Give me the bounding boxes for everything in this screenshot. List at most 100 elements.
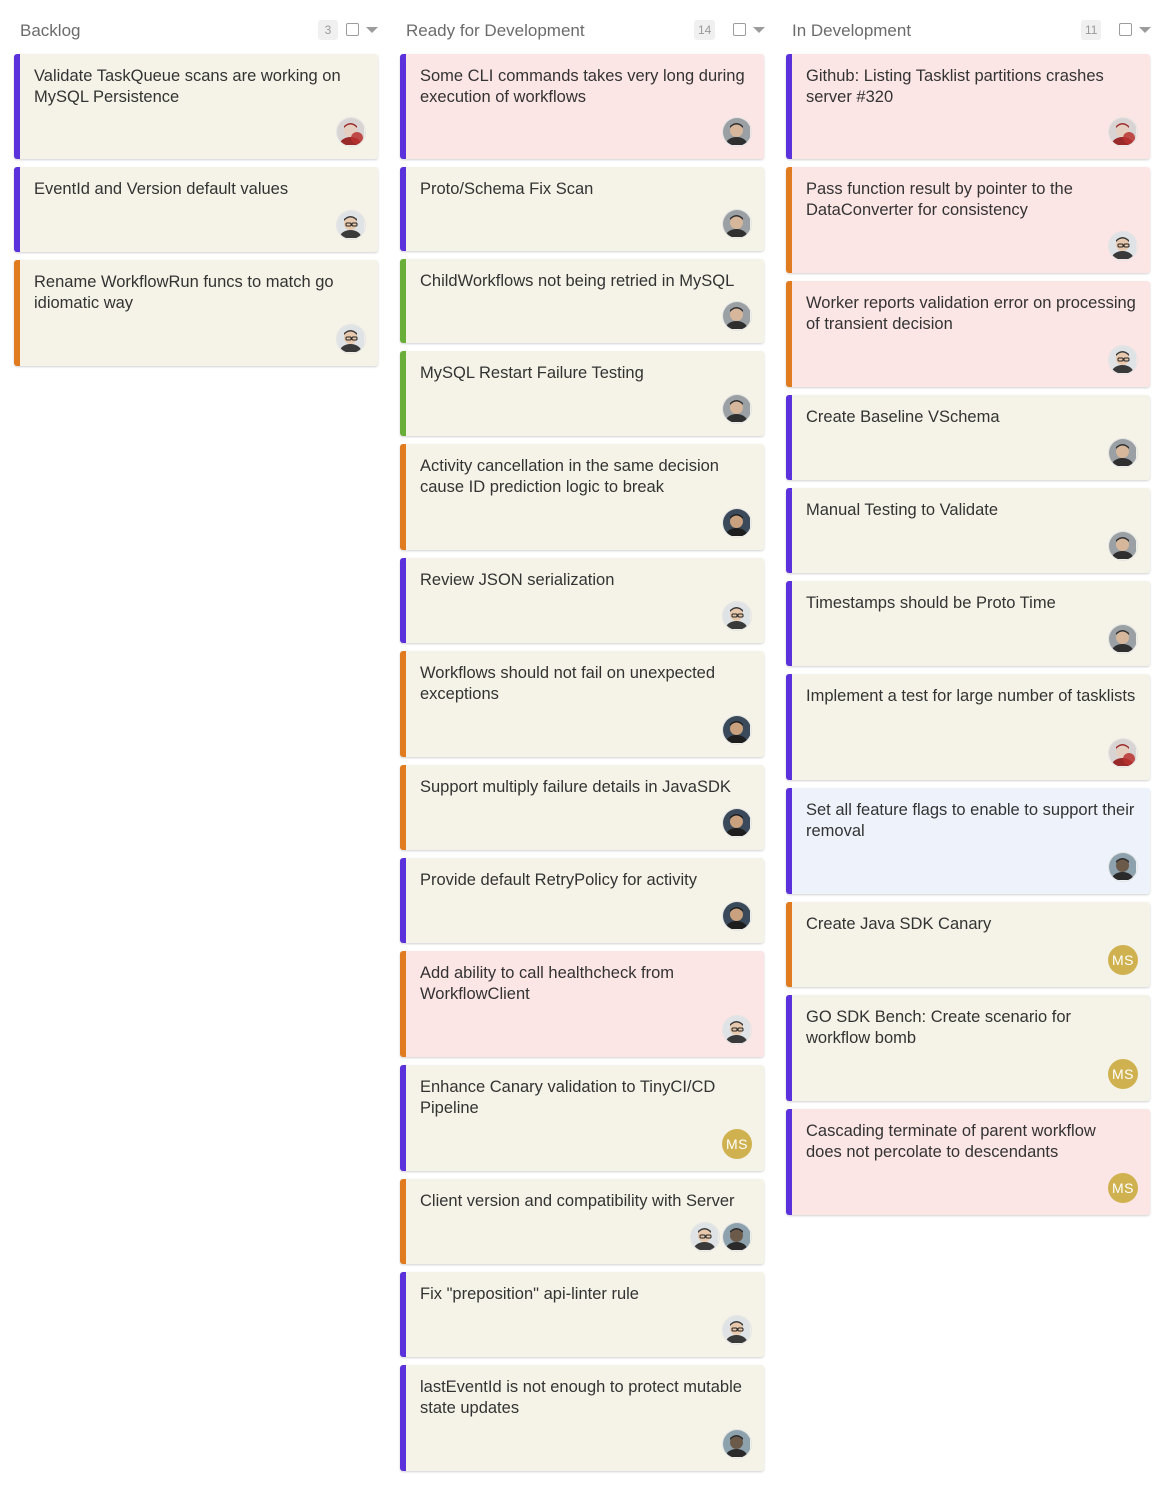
task-card[interactable]: Workflows should not fail on unexpected … xyxy=(400,651,764,757)
assignee-avatars xyxy=(722,301,752,331)
card-title: Some CLI commands takes very long during… xyxy=(420,67,745,106)
card-title: Review JSON serialization xyxy=(420,571,615,589)
avatar-initials[interactable]: MS xyxy=(1108,1059,1138,1089)
card-title: Add ability to call healthcheck from Wor… xyxy=(420,964,675,1003)
card-title: Enhance Canary validation to TinyCI/CD P… xyxy=(420,1078,716,1117)
task-card[interactable]: EventId and Version default values xyxy=(14,167,378,252)
assignee-avatars xyxy=(1108,345,1138,375)
chevron-down-icon[interactable] xyxy=(366,27,378,33)
task-card[interactable]: Worker reports validation error on proce… xyxy=(786,281,1150,387)
assignee-avatars xyxy=(336,117,366,147)
avatar-glasses-icon[interactable] xyxy=(690,1222,720,1252)
avatar-dark-man-icon[interactable] xyxy=(722,808,752,838)
task-card[interactable]: Pass function result by pointer to the D… xyxy=(786,167,1150,273)
avatar-glasses-icon[interactable] xyxy=(722,1015,752,1045)
avatar-redblur-icon[interactable] xyxy=(1108,117,1138,147)
task-card[interactable]: Cascading terminate of parent workflow d… xyxy=(786,1109,1150,1215)
avatar-outdoor-icon[interactable] xyxy=(722,1222,752,1252)
column-header: In Development 11 xyxy=(786,12,1156,48)
avatar-dark-man-icon[interactable] xyxy=(722,901,752,931)
task-card[interactable]: Client version and compatibility with Se… xyxy=(400,1179,764,1264)
assignee-avatars xyxy=(1108,852,1138,882)
chevron-down-icon[interactable] xyxy=(1139,27,1151,33)
task-card[interactable]: ChildWorkflows not being retried in MySQ… xyxy=(400,259,764,343)
card-count-badge: 11 xyxy=(1081,20,1102,40)
avatar-dark-man-icon[interactable] xyxy=(722,715,752,745)
task-card[interactable]: Manual Testing to Validate xyxy=(786,488,1150,573)
task-card[interactable]: Set all feature flags to enable to suppo… xyxy=(786,788,1150,894)
task-card[interactable]: Proto/Schema Fix Scan xyxy=(400,167,764,251)
card-title: Github: Listing Tasklist partitions cras… xyxy=(806,67,1104,106)
assignee-avatars xyxy=(1108,438,1138,468)
avatar-glasses-icon[interactable] xyxy=(722,601,752,631)
column-title: In Development xyxy=(792,21,912,40)
avatar-grey-man-icon[interactable] xyxy=(1108,438,1138,468)
assignee-avatars xyxy=(1108,624,1138,654)
task-card[interactable]: Activity cancellation in the same decisi… xyxy=(400,444,764,550)
task-card[interactable]: Some CLI commands takes very long during… xyxy=(400,54,764,159)
task-card[interactable]: Add ability to call healthcheck from Wor… xyxy=(400,951,764,1057)
task-card[interactable]: Validate TaskQueue scans are working on … xyxy=(14,54,378,159)
select-all-checkbox[interactable] xyxy=(733,23,746,36)
avatar-initials[interactable]: MS xyxy=(1108,1173,1138,1203)
task-card[interactable]: Implement a test for large number of tas… xyxy=(786,674,1150,780)
card-title: Set all feature flags to enable to suppo… xyxy=(806,801,1135,840)
task-card[interactable]: Timestamps should be Proto Time xyxy=(786,581,1150,666)
avatar-grey-man-icon[interactable] xyxy=(1108,624,1138,654)
task-card[interactable]: Create Java SDK Canary MS xyxy=(786,902,1150,987)
task-card[interactable]: Fix "preposition" api-linter rule xyxy=(400,1272,764,1357)
column-header: Ready for Development 14 xyxy=(400,12,770,48)
card-title: Timestamps should be Proto Time xyxy=(806,594,1056,612)
column-title: Backlog xyxy=(20,21,81,40)
card-title: Workflows should not fail on unexpected … xyxy=(420,664,716,703)
assignee-avatars xyxy=(336,210,366,240)
chevron-down-icon[interactable] xyxy=(753,27,765,33)
assignee-avatars: MS xyxy=(1108,1173,1138,1203)
avatar-outdoor-icon[interactable] xyxy=(722,1429,752,1459)
task-card[interactable]: Rename WorkflowRun funcs to match go idi… xyxy=(14,260,378,366)
task-card[interactable]: GO SDK Bench: Create scenario for workfl… xyxy=(786,995,1150,1101)
column-title: Ready for Development xyxy=(406,21,585,40)
avatar-grey-man-icon[interactable] xyxy=(722,209,752,239)
avatar-redblur-icon[interactable] xyxy=(336,117,366,147)
task-card[interactable]: Review JSON serialization xyxy=(400,558,764,643)
avatar-glasses-icon[interactable] xyxy=(1108,231,1138,261)
assignee-avatars xyxy=(1108,117,1138,147)
avatar-initials[interactable]: MS xyxy=(1108,945,1138,975)
avatar-initials[interactable]: MS xyxy=(722,1129,752,1159)
task-card[interactable]: Github: Listing Tasklist partitions cras… xyxy=(786,54,1150,159)
avatar-glasses-icon[interactable] xyxy=(336,210,366,240)
assignee-avatars xyxy=(722,1315,752,1345)
assignee-avatars xyxy=(722,901,752,931)
card-title: Create Baseline VSchema xyxy=(806,408,1000,426)
avatar-dark-man-icon[interactable] xyxy=(722,508,752,538)
assignee-avatars xyxy=(722,715,752,745)
avatar-glasses-icon[interactable] xyxy=(1108,345,1138,375)
card-title: EventId and Version default values xyxy=(34,180,289,198)
task-card[interactable]: Create Baseline VSchema xyxy=(786,395,1150,480)
assignee-avatars xyxy=(1108,531,1138,561)
avatar-glasses-icon[interactable] xyxy=(336,324,366,354)
avatar-grey-man-icon[interactable] xyxy=(722,301,752,331)
task-card[interactable]: Enhance Canary validation to TinyCI/CD P… xyxy=(400,1065,764,1171)
select-all-checkbox[interactable] xyxy=(346,23,359,36)
task-card[interactable]: MySQL Restart Failure Testing xyxy=(400,351,764,436)
avatar-grey-man-icon[interactable] xyxy=(722,394,752,424)
avatar-glasses-icon[interactable] xyxy=(722,1315,752,1345)
task-card[interactable]: Provide default RetryPolicy for activity xyxy=(400,858,764,943)
assignee-avatars xyxy=(722,1429,752,1459)
avatar-outdoor-icon[interactable] xyxy=(1108,852,1138,882)
task-card[interactable]: lastEventId is not enough to protect mut… xyxy=(400,1365,764,1471)
avatar-grey-man-icon[interactable] xyxy=(1108,531,1138,561)
assignee-avatars xyxy=(722,117,752,147)
card-title: Client version and compatibility with Se… xyxy=(420,1192,735,1210)
avatar-grey-man-icon[interactable] xyxy=(722,117,752,147)
assignee-avatars xyxy=(1108,231,1138,261)
select-all-checkbox[interactable] xyxy=(1119,23,1132,36)
task-card[interactable]: Support multiply failure details in Java… xyxy=(400,765,764,850)
card-title: Pass function result by pointer to the D… xyxy=(806,180,1073,219)
avatar-redblur-icon[interactable] xyxy=(1108,738,1138,768)
card-title: Implement a test for large number of tas… xyxy=(806,687,1136,705)
card-title: Create Java SDK Canary xyxy=(806,915,992,933)
card-count-badge: 3 xyxy=(318,20,338,40)
